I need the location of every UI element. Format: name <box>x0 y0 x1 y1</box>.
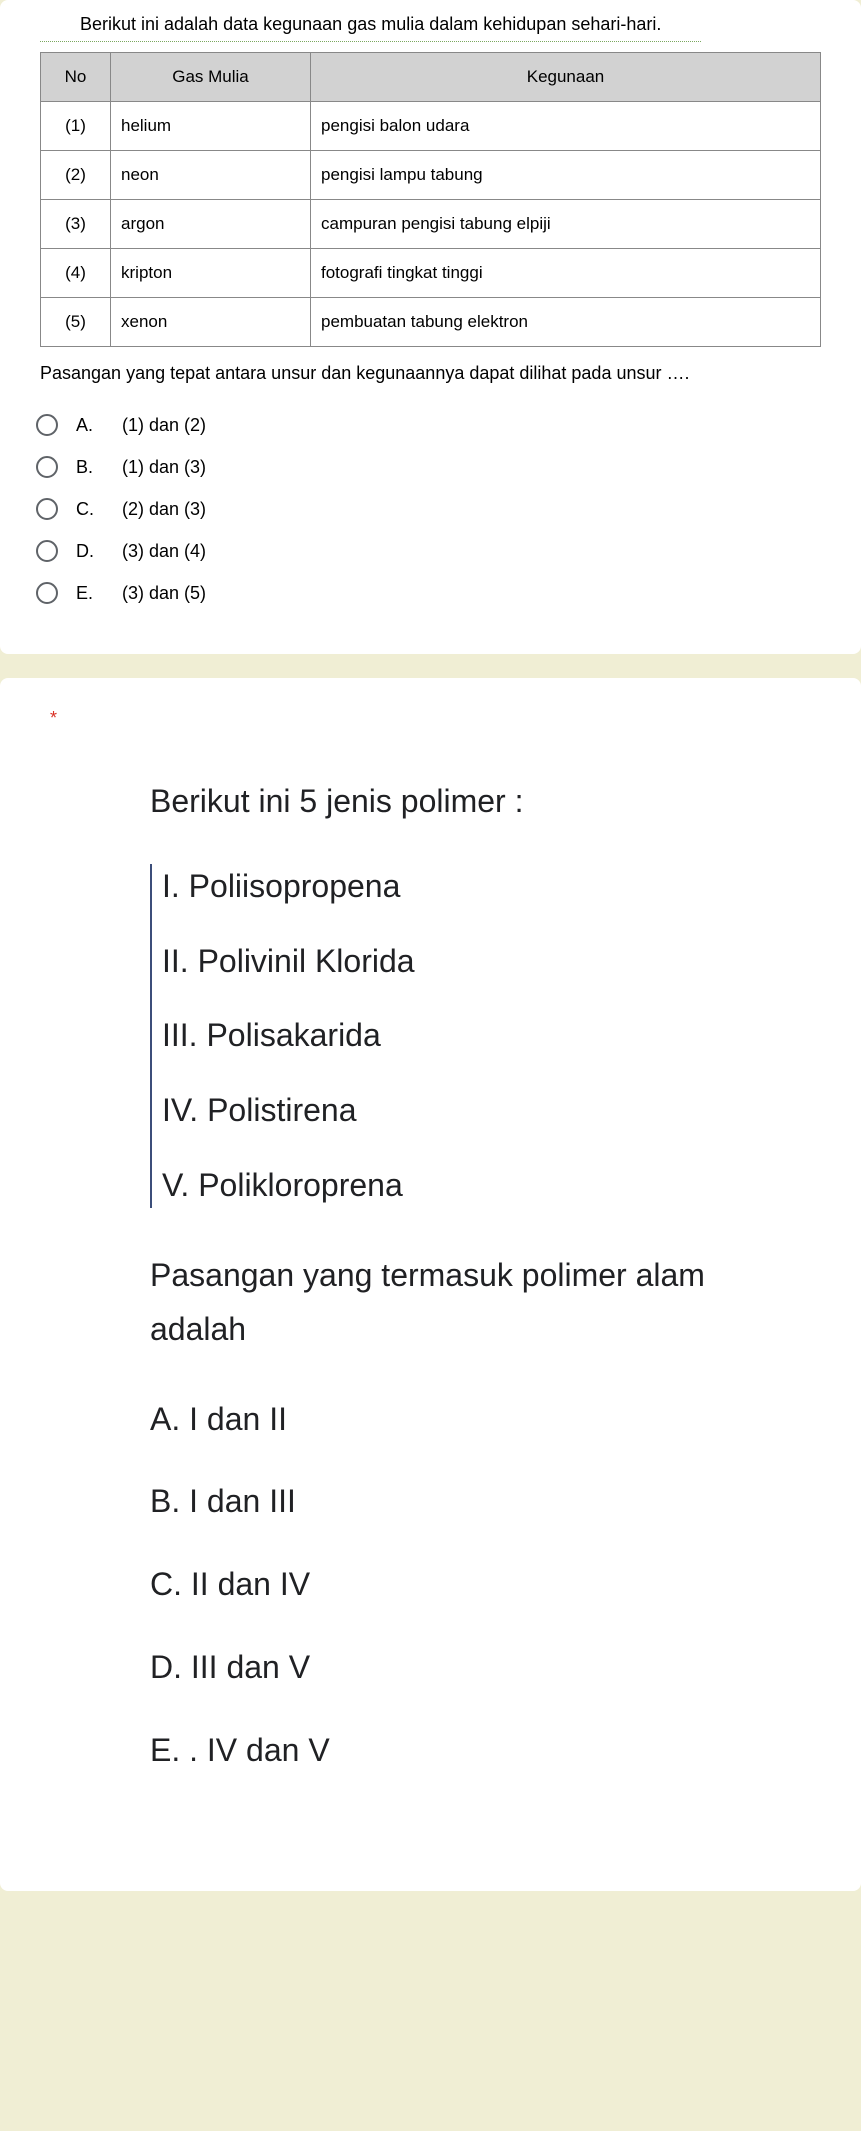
option-letter: A. <box>76 415 104 436</box>
table-header-row: No Gas Mulia Kegunaan <box>41 53 821 102</box>
table-row: (4) kripton fotografi tingkat tinggi <box>41 249 821 298</box>
radio-icon[interactable] <box>36 540 58 562</box>
cell-no: (3) <box>41 200 111 249</box>
polymer-list: I. Poliisopropena II. Polivinil Klorida … <box>150 864 711 1208</box>
radio-icon[interactable] <box>36 414 58 436</box>
header-use: Kegunaan <box>311 53 821 102</box>
polymer-item: IV. Polistirena <box>162 1088 711 1133</box>
cell-use: pembuatan tabung elektron <box>311 298 821 347</box>
option-letter: E. <box>76 583 104 604</box>
noble-gas-table: No Gas Mulia Kegunaan (1) helium pengisi… <box>40 52 821 347</box>
q2-option-c: C. II dan IV <box>150 1562 711 1607</box>
required-asterisk: * <box>50 708 811 729</box>
cell-gas: neon <box>111 151 311 200</box>
table-row: (1) helium pengisi balon udara <box>41 102 821 151</box>
q1-followup-text: Pasangan yang tepat antara unsur dan keg… <box>0 359 861 404</box>
option-e[interactable]: E. (3) dan (5) <box>36 572 825 614</box>
polymer-item: III. Polisakarida <box>162 1013 711 1058</box>
option-text: (1) dan (2) <box>122 415 206 436</box>
q2-content: Berikut ini 5 jenis polimer : I. Poliiso… <box>50 779 811 1773</box>
option-text: (1) dan (3) <box>122 457 206 478</box>
q2-option-d: D. III dan V <box>150 1645 711 1690</box>
option-text: (2) dan (3) <box>122 499 206 520</box>
option-letter: B. <box>76 457 104 478</box>
cell-no: (2) <box>41 151 111 200</box>
radio-icon[interactable] <box>36 456 58 478</box>
cell-use: pengisi lampu tabung <box>311 151 821 200</box>
polymer-item: V. Polikloroprena <box>162 1163 711 1208</box>
q2-option-b: B. I dan III <box>150 1479 711 1524</box>
table-row: (2) neon pengisi lampu tabung <box>41 151 821 200</box>
intro-container: Berikut ini adalah data kegunaan gas mul… <box>0 0 861 48</box>
polymer-item: II. Polivinil Klorida <box>162 939 711 984</box>
option-d[interactable]: D. (3) dan (4) <box>36 530 825 572</box>
cell-gas: kripton <box>111 249 311 298</box>
radio-icon[interactable] <box>36 582 58 604</box>
cell-no: (1) <box>41 102 111 151</box>
radio-icon[interactable] <box>36 498 58 520</box>
polymer-item: I. Poliisopropena <box>162 864 711 909</box>
q1-intro-text: Berikut ini adalah data kegunaan gas mul… <box>40 4 701 42</box>
table-row: (3) argon campuran pengisi tabung elpiji <box>41 200 821 249</box>
option-text: (3) dan (4) <box>122 541 206 562</box>
option-b[interactable]: B. (1) dan (3) <box>36 446 825 488</box>
cell-gas: xenon <box>111 298 311 347</box>
option-letter: C. <box>76 499 104 520</box>
cell-no: (5) <box>41 298 111 347</box>
cell-use: fotografi tingkat tinggi <box>311 249 821 298</box>
cell-no: (4) <box>41 249 111 298</box>
option-text: (3) dan (5) <box>122 583 206 604</box>
header-gas: Gas Mulia <box>111 53 311 102</box>
q2-question-text: Pasangan yang termasuk polimer alam adal… <box>150 1248 711 1357</box>
cell-gas: argon <box>111 200 311 249</box>
q2-intro-text: Berikut ini 5 jenis polimer : <box>150 779 711 824</box>
header-no: No <box>41 53 111 102</box>
q1-options: A. (1) dan (2) B. (1) dan (3) C. (2) dan… <box>0 404 861 614</box>
cell-use: campuran pengisi tabung elpiji <box>311 200 821 249</box>
q2-option-a: A. I dan II <box>150 1397 711 1442</box>
cell-use: pengisi balon udara <box>311 102 821 151</box>
question-card-1: Berikut ini adalah data kegunaan gas mul… <box>0 0 861 654</box>
cell-gas: helium <box>111 102 311 151</box>
option-a[interactable]: A. (1) dan (2) <box>36 404 825 446</box>
table-row: (5) xenon pembuatan tabung elektron <box>41 298 821 347</box>
option-c[interactable]: C. (2) dan (3) <box>36 488 825 530</box>
question-card-2: * Berikut ini 5 jenis polimer : I. Polii… <box>0 678 861 1891</box>
q2-option-e: E. . IV dan V <box>150 1728 711 1773</box>
option-letter: D. <box>76 541 104 562</box>
